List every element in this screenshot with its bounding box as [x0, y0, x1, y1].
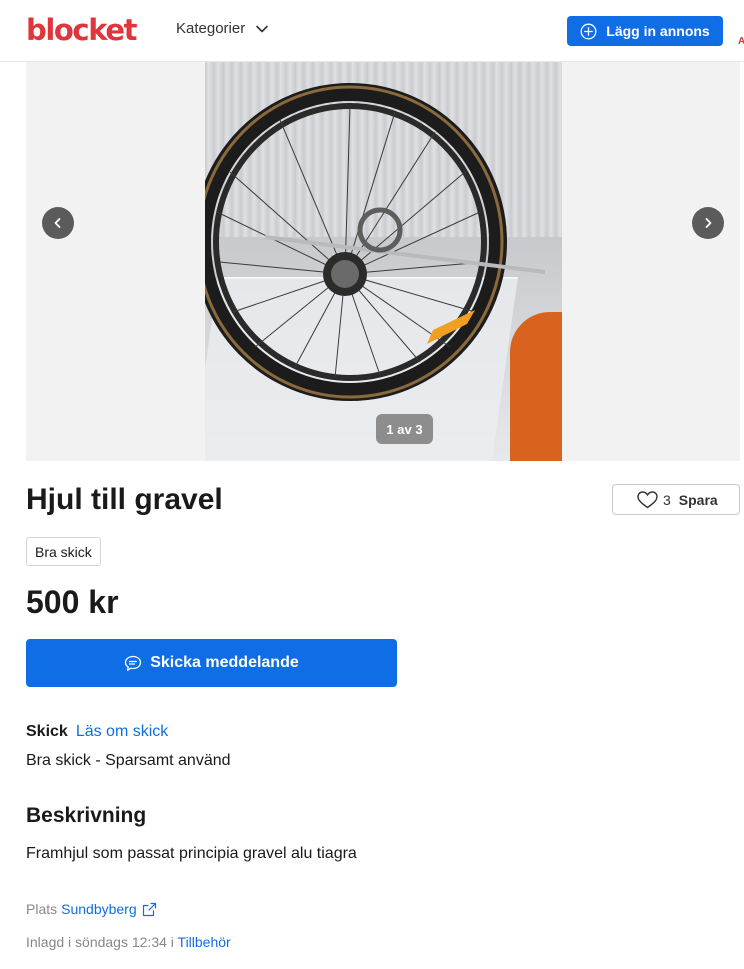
heart-icon — [637, 490, 658, 508]
external-link-icon[interactable] — [142, 902, 157, 917]
category-link[interactable]: Tillbehör — [178, 934, 231, 950]
send-message-label: Skicka meddelande — [150, 654, 299, 671]
image-counter: 1 av 3 — [376, 414, 433, 444]
post-ad-label: Lägg in annons — [606, 23, 710, 39]
chevron-left-icon — [54, 218, 61, 228]
location-link[interactable]: Sundbyberg — [61, 901, 137, 917]
gallery-next-button[interactable] — [692, 207, 724, 239]
chat-bubble-icon — [125, 655, 142, 671]
condition-value: Bra skick - Sparsamt använd — [26, 752, 231, 769]
location-row: Plats Sundbyberg — [26, 901, 157, 917]
description-heading: Beskrivning — [26, 804, 147, 827]
gallery-prev-button[interactable] — [42, 207, 74, 239]
categories-label: Kategorier — [176, 20, 246, 37]
save-count: 3 — [663, 491, 671, 508]
condition-heading: Skick — [26, 723, 68, 740]
wheel-illustration — [205, 83, 546, 401]
condition-badge: Bra skick — [26, 537, 101, 566]
description-text: Framhjul som passat principia gravel alu… — [26, 845, 357, 862]
listing-photo[interactable] — [205, 62, 562, 461]
listing-title: Hjul till gravel — [26, 483, 223, 516]
blocket-logo[interactable]: blocket — [26, 14, 137, 46]
save-button[interactable]: 3 Spara — [612, 484, 740, 515]
save-label: Spara — [678, 491, 718, 508]
send-message-button[interactable]: Skicka meddelande — [26, 639, 397, 687]
read-about-condition-link[interactable]: Läs om skick — [76, 723, 168, 741]
posted-prefix: Inlagd i söndags 12:34 i — [26, 934, 174, 950]
site-header: blocket Kategorier Lägg in annons A — [0, 0, 744, 62]
plus-circle-icon — [580, 23, 597, 39]
chevron-right-icon — [705, 218, 712, 228]
posted-info: Inlagd i söndags 12:34 i Tillbehör — [26, 934, 231, 950]
categories-menu[interactable]: Kategorier — [176, 20, 269, 37]
chevron-down-icon — [256, 25, 269, 32]
header-edge-text[interactable]: A — [738, 36, 744, 47]
image-gallery[interactable]: 1 av 3 — [26, 62, 740, 461]
post-ad-button[interactable]: Lägg in annons — [567, 16, 723, 46]
location-label: Plats — [26, 901, 58, 917]
condition-section-header: Skick Läs om skick — [26, 723, 168, 741]
listing-price: 500 kr — [26, 584, 119, 620]
